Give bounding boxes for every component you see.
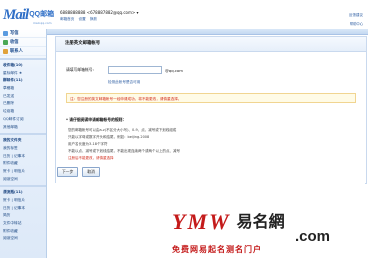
sidebar-item-drafts[interactable]: 草稿箱 (0, 85, 46, 93)
sidebar-item-my-folders[interactable]: 我的文件夹 (0, 137, 46, 145)
domain-suffix: @qq.com (165, 67, 183, 73)
contacts-icon (3, 48, 8, 54)
qq-mail-logo[interactable]: Mail QQ邮箱 mail.qq.com (3, 7, 55, 26)
sidebar-item-calendar[interactable]: 日历 | 记事本 (0, 153, 46, 161)
sidebar-item-other-mailbox[interactable]: 其他邮箱 (0, 124, 46, 132)
compose-label: 写信 (10, 31, 19, 36)
sidebar-item-resume[interactable]: 简历 (0, 212, 46, 220)
feedback-link[interactable]: 反馈建议 (349, 13, 363, 18)
form-buttons: 下一步 取消 (57, 167, 100, 177)
sidebar-item-cards[interactable]: 贺卡 | 明信片 (0, 168, 46, 176)
header-links: 邮箱首页 设置 换肤 (60, 17, 100, 22)
cancel-button[interactable]: 取消 (82, 167, 100, 177)
rule-item: 用户名长度为3-18个字符 (68, 142, 108, 146)
watermark-slogan: 免费网易起名测名门户 (172, 245, 262, 254)
watermark-cn: 易名網 (236, 212, 285, 231)
compose-button[interactable]: 写信 (0, 29, 46, 38)
receive-icon (3, 39, 8, 45)
sidebar-item-attachments[interactable]: 附件收藏 (0, 160, 46, 168)
watermark-latin: YMW (172, 209, 231, 234)
compose-icon (3, 30, 8, 36)
sidebar-item-deleted[interactable]: 已删除 (0, 100, 46, 108)
help-link[interactable]: 帮助中心 (350, 21, 363, 26)
rule-item: 您的邮箱帐号可以由a-z(不区分大小写)、0-9、点、减号或下划线组成 (68, 128, 177, 132)
sidebar-item-bottle[interactable]: 漂流瓶(11) (0, 189, 46, 197)
sidebar-item-inbox[interactable]: 收件箱(10) (0, 62, 46, 70)
rule-item: 不能以点、减号或下划线结尾，不能出现连续两个或两个以上的点、减号 (68, 149, 180, 153)
sidebar-item-spam[interactable]: 垃圾箱 (0, 108, 46, 116)
register-english-account-panel: 注册英文邮箱帐号 请填写邮箱帐号: @qq.com 检测此帐号是否可用 注：您注… (55, 36, 367, 184)
rule-item: 只能以字母或数字开头和结尾，例如：beijing.2008 (68, 135, 150, 139)
receive-button[interactable]: 收信 (0, 38, 46, 47)
contacts-button[interactable]: 联系人 (0, 47, 46, 56)
sidebar-item-calendar-2[interactable]: 日历 | 记事本 (0, 205, 46, 213)
sidebar-item-file-transfer[interactable]: 文件中转站 (0, 220, 46, 228)
watermark-dotcom: .com (295, 228, 331, 245)
warning-notice: 注：您注册的英文邮箱帐号一经申请成功，将不能更改，请慎重选择。 (66, 93, 356, 103)
sidebar-item-reading-2[interactable]: 阅读空间 (0, 235, 46, 243)
sidebar-item-sent[interactable]: 已发送 (0, 93, 46, 101)
panel-title: 注册英文邮箱帐号 (56, 37, 366, 52)
sidebar-item-reading[interactable]: 阅读空间 (0, 176, 46, 184)
account-name-input[interactable] (108, 66, 162, 74)
site-watermark: YMW 易名網 .com 免费网易起名测名门户 (172, 210, 368, 258)
account-form-row: 请填写邮箱帐号: @qq.com (66, 66, 183, 74)
sidebar: 写信 收信 联系人 收件箱(10) 星标邮件 ★ 群邮件(11) 草稿箱 已发送… (0, 29, 47, 258)
sidebar-item-starred[interactable]: 星标邮件 ★ (0, 70, 46, 78)
sidebar-item-attachments-2[interactable]: 附件收藏 (0, 228, 46, 236)
sidebar-divider (0, 185, 46, 188)
header-link-home[interactable]: 邮箱首页 (60, 17, 74, 21)
sidebar-item-cards-2[interactable]: 贺卡 | 明信片 (0, 197, 46, 205)
logo-sub: mail.qq.com (33, 21, 52, 25)
sidebar-item-tags[interactable]: 我的标签 (0, 145, 46, 153)
rule-item: 注册后不能更改，请慎重选择 (68, 156, 114, 160)
watermark-logo: YMW 易名網 (172, 210, 285, 234)
main-top-bar (47, 29, 368, 35)
next-button[interactable]: 下一步 (57, 167, 79, 177)
user-account[interactable]: 6888888888 <678887882@qq.com> ▾ (60, 10, 139, 15)
logo-qq: QQ邮箱 (29, 11, 55, 18)
rules-title: * 请仔细阅读申请邮箱帐号的规则： (66, 117, 127, 122)
sidebar-item-subscriptions[interactable]: QQ邮件订阅 (0, 116, 46, 124)
check-availability-link[interactable]: 检测此帐号是否可用 (108, 80, 140, 85)
sidebar-item-group-mail[interactable]: 群邮件(11) (0, 77, 46, 85)
account-field-label: 请填写邮箱帐号: (66, 67, 94, 72)
sidebar-divider (0, 133, 46, 136)
header-link-settings[interactable]: 设置 (79, 17, 86, 21)
top-header: Mail QQ邮箱 mail.qq.com 6888888888 <678887… (0, 0, 368, 29)
receive-label: 收信 (10, 40, 19, 45)
contacts-label: 联系人 (10, 49, 23, 54)
header-link-skin[interactable]: 换肤 (90, 17, 97, 21)
sidebar-divider (0, 58, 46, 60)
logo-mark: Mail (3, 7, 29, 23)
